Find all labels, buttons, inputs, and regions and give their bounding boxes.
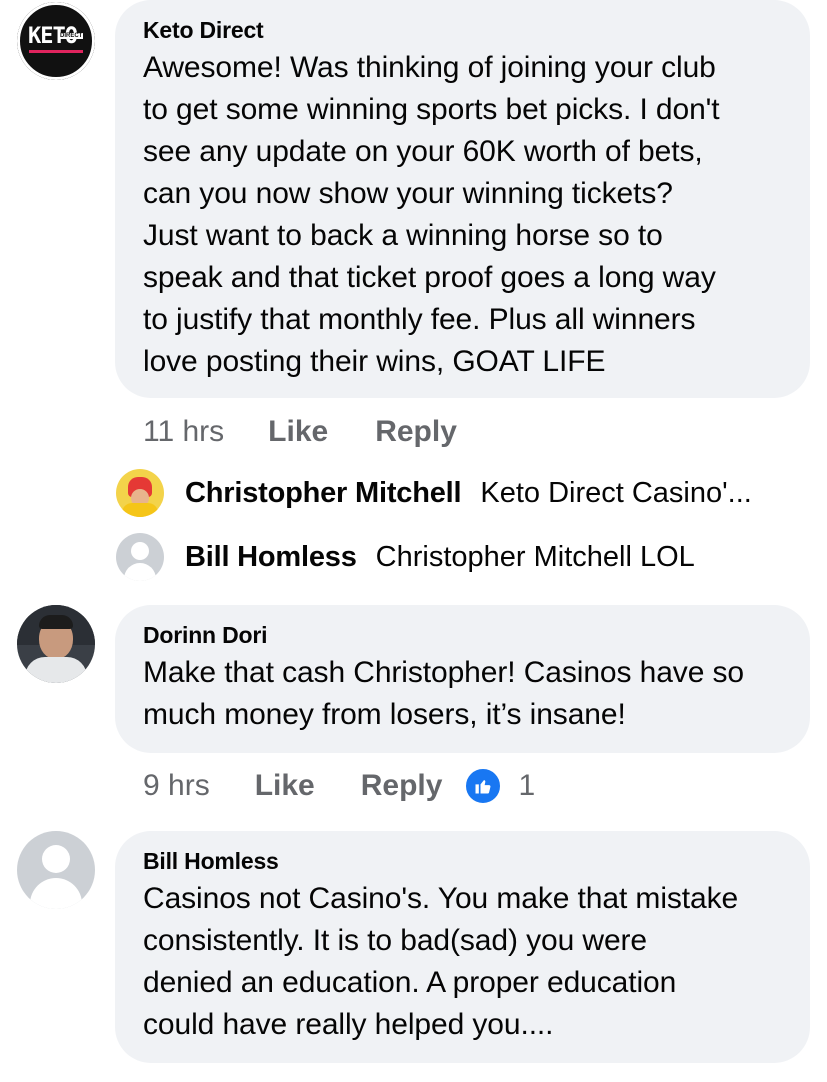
like-button[interactable]: Like [268, 415, 328, 449]
comment-bubble-keto-direct[interactable]: Keto Direct Awesome! Was thinking of joi… [115, 0, 810, 398]
comment-meta: 11 hrs Like Reply [143, 412, 457, 452]
comment-meta: 9 hrs Like Reply 1 [143, 766, 535, 806]
comment-author[interactable]: Dorinn Dori [143, 621, 782, 649]
reply-item[interactable]: Bill Homless Christopher Mitchell LOL [116, 533, 695, 581]
comment-text: Make that cash Christopher! Casinos have… [143, 656, 745, 731]
reply-author[interactable]: Christopher Mitchell [185, 477, 462, 510]
comment-bubble-dorinn-dori[interactable]: Dorinn Dori Make that cash Christopher! … [115, 605, 810, 753]
reply-author[interactable]: Bill Homless [185, 541, 357, 574]
like-button[interactable]: Like [255, 769, 315, 803]
avatar-christopher-mitchell[interactable] [116, 469, 164, 517]
comment-text: Casinos not Casino's. You make that mist… [143, 882, 739, 1041]
logo-underline [29, 50, 83, 53]
comment-author[interactable]: Keto Direct [143, 16, 782, 44]
reply-button[interactable]: Reply [375, 415, 457, 449]
reply-preview-text[interactable]: Christopher Mitchell LOL [376, 541, 695, 574]
comment-bubble-bill-homless[interactable]: Bill Homless Casinos not Casino's. You m… [115, 831, 810, 1063]
reply-item[interactable]: Christopher Mitchell Keto Direct Casino'… [116, 469, 752, 517]
reaction-count[interactable]: 1 [518, 769, 535, 803]
like-reaction-icon[interactable] [464, 767, 503, 805]
comment-timestamp[interactable]: 11 hrs [143, 415, 224, 449]
comment-text: Awesome! Was thinking of joining your cl… [143, 51, 720, 378]
default-avatar-icon[interactable] [116, 533, 164, 581]
comment-author[interactable]: Bill Homless [143, 847, 782, 875]
avatar-dorinn-dori[interactable] [17, 605, 95, 683]
avatar-keto-direct[interactable]: KETO DIRECT [17, 2, 95, 80]
default-avatar-icon[interactable] [17, 831, 95, 909]
reply-button[interactable]: Reply [361, 769, 443, 803]
comment-timestamp[interactable]: 9 hrs [143, 769, 210, 803]
logo-sub-text: DIRECT [59, 33, 84, 39]
reply-preview-text[interactable]: Keto Direct Casino'... [480, 477, 751, 510]
thumbs-up-icon [475, 780, 491, 794]
